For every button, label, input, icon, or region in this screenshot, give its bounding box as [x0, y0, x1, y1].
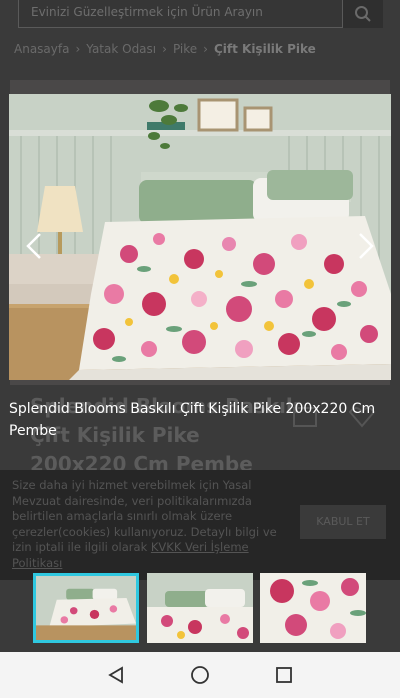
- breadcrumb-item[interactable]: Yatak Odası: [86, 42, 156, 56]
- search-button[interactable]: [343, 0, 383, 28]
- cookie-accept-button[interactable]: KABUL ET: [300, 505, 386, 539]
- thumbnail-2[interactable]: [147, 573, 253, 643]
- search-input[interactable]: Evinizi Güzelleştirmek için Ürün Arayın: [18, 0, 343, 28]
- search-icon: [355, 6, 371, 22]
- breadcrumb-separator: ›: [203, 42, 208, 56]
- thumbnail-3[interactable]: [260, 573, 366, 643]
- breadcrumb-item[interactable]: Anasayfa: [14, 42, 69, 56]
- lightbox-main-image[interactable]: [9, 94, 391, 380]
- circle-home-icon: [191, 666, 209, 684]
- thumbnail-3-image: [260, 573, 366, 643]
- breadcrumb-current: Çift Kişilik Pike: [213, 42, 316, 56]
- back-button[interactable]: [103, 663, 129, 687]
- cookie-text: Size daha iyi hizmet verebilmek için Yas…: [12, 478, 282, 571]
- thumbnail-1-image: [36, 576, 136, 640]
- lightbox-prev-button[interactable]: [19, 228, 49, 264]
- chevron-right-icon: [359, 233, 374, 259]
- thumbnail-2-image: [147, 573, 253, 643]
- thumbnail-1[interactable]: [33, 573, 139, 643]
- breadcrumb-separator: ›: [75, 42, 81, 56]
- recents-button[interactable]: [271, 663, 297, 687]
- home-button[interactable]: [187, 663, 213, 687]
- square-recents-icon: [276, 667, 292, 683]
- chevron-left-icon: [26, 233, 41, 259]
- lightbox-caption: Splendid Blooms Baskılı Çift Kişilik Pik…: [9, 401, 376, 439]
- breadcrumb: Anasayfa › Yatak Odası › Pike › Çift Kişilik P…: [14, 42, 316, 56]
- cookie-banner: Size daha iyi hizmet verebilmek için Yas…: [0, 470, 400, 580]
- thumbnail-strip: [0, 565, 400, 653]
- system-navigation-bar: [0, 652, 400, 698]
- breadcrumb-separator: ›: [162, 42, 167, 56]
- lightbox-next-button[interactable]: [351, 228, 381, 264]
- breadcrumb-item[interactable]: Pike: [173, 42, 197, 56]
- triangle-back-icon: [108, 666, 123, 684]
- bedroom-photo: [9, 94, 391, 380]
